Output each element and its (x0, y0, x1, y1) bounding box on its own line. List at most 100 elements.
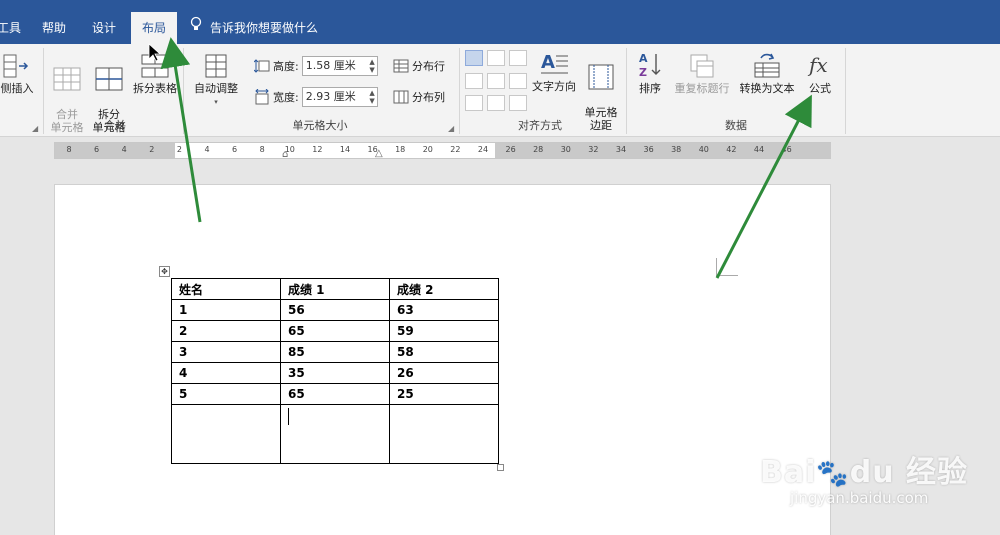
table-cell[interactable]: 成绩 2 (389, 278, 499, 300)
height-value: 1.58 厘米 (305, 59, 356, 72)
svg-text:Z: Z (639, 66, 647, 79)
autofit-button[interactable]: 自动调整 ▾ (190, 52, 242, 109)
table-cell[interactable]: 65 (280, 320, 390, 342)
width-value: 2.93 厘米 (305, 90, 356, 103)
table-row: 3 85 58 (171, 341, 499, 363)
cell-margins-button[interactable]: 单元格 边距 (580, 50, 622, 132)
score-table[interactable]: 姓名 成绩 1 成绩 2 1 56 63 2 65 59 3 85 58 4 35 26 5 65 25 (171, 278, 499, 464)
indent-marker-icon[interactable]: ⌂ (282, 149, 288, 160)
ruler-tick-label: 28 (533, 145, 544, 154)
sort-icon: AZ (639, 52, 661, 79)
table-cell[interactable]: 59 (389, 320, 499, 342)
width-spinner-icon[interactable]: ▲ ▼ (369, 89, 374, 105)
tab-layout[interactable]: 布局 (131, 12, 177, 44)
ruler-tick-label: 44 (753, 145, 765, 154)
margin-corner-mark (716, 258, 738, 276)
table-cell[interactable]: 2 (171, 320, 281, 342)
tab-design[interactable]: 设计 (84, 12, 124, 44)
height-spinner-icon[interactable]: ▲ ▼ (369, 58, 374, 74)
row-height-icon (254, 59, 270, 73)
table-cell[interactable]: 3 (171, 341, 281, 363)
tab-tools[interactable]: 工具 (0, 12, 22, 44)
table-cell[interactable]: 4 (171, 362, 281, 384)
table-header-row: 姓名 成绩 1 成绩 2 (171, 278, 499, 300)
insert-right-icon (3, 54, 29, 78)
ruler-tick-label: 12 (312, 145, 323, 154)
data-group-label: 数据 (725, 119, 747, 132)
tell-me-search[interactable]: 告诉我你想要做什么 (190, 12, 318, 44)
merge-cells-icon (53, 67, 81, 91)
align-middle-center-button[interactable] (487, 73, 505, 89)
table-cell[interactable]: 63 (389, 299, 499, 321)
table-cell[interactable]: 25 (389, 383, 499, 405)
table-cell[interactable]: 85 (280, 341, 390, 363)
cell-size-group-label: 单元格大小 (292, 119, 348, 132)
table-resize-handle[interactable] (497, 464, 504, 471)
cell-size-launcher-icon[interactable]: ◢ (448, 124, 454, 133)
tab-stop-icon[interactable]: △ (375, 148, 383, 159)
width-input[interactable]: 2.93 厘米 ▲ ▼ (301, 87, 378, 107)
table-move-handle-icon[interactable]: ✥ (159, 266, 170, 277)
repeat-header-rows-button[interactable]: 重复标题行 (670, 52, 734, 95)
formula-label: 公式 (809, 82, 831, 95)
merge-group-label: 合并 (104, 119, 126, 132)
table-cell[interactable] (171, 404, 281, 464)
table-cell[interactable]: 35 (280, 362, 390, 384)
ruler-tick-label: 6 (232, 145, 238, 154)
text-direction-button[interactable]: A 文字方向 (530, 50, 578, 93)
align-bottom-left-button[interactable] (465, 95, 483, 111)
align-top-right-button[interactable] (509, 50, 527, 66)
ruler-tick-label: 8 (259, 145, 265, 154)
autofit-dropdown-icon: ▾ (214, 98, 218, 106)
text-direction-label: 文字方向 (532, 80, 576, 93)
sort-label: 排序 (639, 82, 661, 95)
align-bottom-right-button[interactable] (509, 95, 527, 111)
tab-help[interactable]: 帮助 (34, 12, 74, 44)
table-cell[interactable]: 姓名 (171, 278, 281, 300)
svg-text:A: A (639, 52, 648, 65)
distribute-cols-button[interactable]: 分布列 (393, 89, 445, 105)
ruler-tick-label: 4 (121, 145, 127, 154)
table-cell[interactable] (389, 404, 499, 464)
table-cell[interactable]: 65 (280, 383, 390, 405)
sort-button[interactable]: AZ 排序 (634, 50, 666, 95)
table-cell[interactable]: 1 (171, 299, 281, 321)
insert-right-button[interactable]: 侧插入 (0, 52, 38, 95)
align-middle-right-button[interactable] (509, 73, 527, 89)
distribute-rows-icon (393, 59, 409, 73)
formula-button[interactable]: fx 公式 (802, 50, 838, 95)
tell-me-text: 告诉我你想要做什么 (210, 21, 319, 35)
distribute-cols-label: 分布列 (412, 91, 445, 104)
height-input[interactable]: 1.58 厘米 ▲ ▼ (301, 56, 378, 76)
fx-icon: fx (807, 53, 828, 77)
table-cell[interactable]: 26 (389, 362, 499, 384)
split-cells-icon (95, 67, 123, 91)
table-cell[interactable]: 5 (171, 383, 281, 405)
baidu-watermark-url: jingyan.baidu.com (790, 489, 929, 507)
split-table-icon (141, 54, 169, 78)
table-row: 2 65 59 (171, 320, 499, 342)
horizontal-ruler[interactable]: 8 6 4 2 2 4 6 8 10 12 14 16 18 20 22 24 26 28 30 32 34 36 38 40… (54, 142, 831, 160)
align-top-center-button[interactable] (487, 50, 505, 66)
table-cell[interactable]: 58 (389, 341, 499, 363)
column-width-icon (255, 89, 269, 105)
convert-to-text-label: 转换为文本 (739, 82, 795, 95)
table-cell[interactable]: 56 (280, 299, 390, 321)
merge-cells-button[interactable]: 合并 单元格 (47, 52, 87, 134)
rows-cols-launcher-icon[interactable]: ◢ (32, 124, 38, 133)
align-top-left-button[interactable] (465, 50, 483, 66)
split-table-button[interactable]: 拆分表格 (130, 52, 180, 95)
repeat-header-icon (690, 54, 714, 78)
lightbulb-icon (190, 12, 202, 44)
align-bottom-center-button[interactable] (487, 95, 505, 111)
ruler-tick-label: 26 (505, 145, 516, 154)
table-cell[interactable] (280, 404, 390, 464)
align-middle-left-button[interactable] (465, 73, 483, 89)
ruler-tick-label: 8 (66, 145, 72, 154)
table-cell[interactable]: 成绩 1 (280, 278, 390, 300)
ruler-tick-label: 18 (395, 145, 406, 154)
ruler-tick-label: 34 (615, 145, 627, 154)
merge-cells-label: 合并 单元格 (50, 108, 84, 134)
distribute-rows-button[interactable]: 分布行 (393, 58, 445, 74)
convert-to-text-button[interactable]: 转换为文本 (736, 50, 798, 95)
